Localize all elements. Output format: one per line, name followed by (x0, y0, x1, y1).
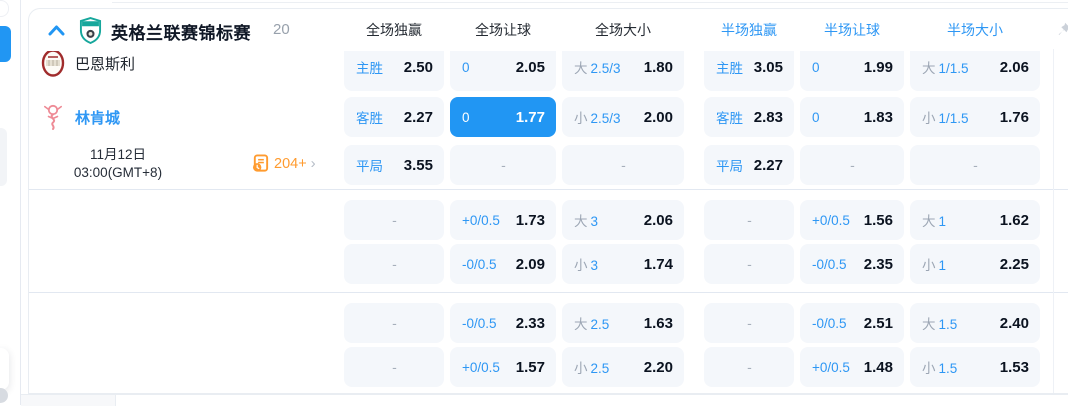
odds-cell[interactable]: 小 3 1.74 (562, 244, 684, 284)
cutoff-widget-circle (0, 388, 8, 403)
match-date: 11月12日 (89, 147, 147, 162)
odds-cell[interactable]: 大 1 1.62 (910, 200, 1040, 240)
league-title: 英格兰联赛锦标赛 (111, 24, 251, 43)
cutoff-widget-pill (0, 0, 9, 17)
odds-cell-empty: - (704, 303, 794, 343)
odds-cell[interactable]: 小 1/1.5 1.76 (910, 97, 1040, 137)
match-info-column: 巴恩斯利 林肯城 11月12日 03:00(GMT+8) 204+ › (29, 51, 341, 237)
odds-row: 平局 3.55- - 平局 2.27- - (341, 141, 1068, 189)
odds-cell[interactable]: -0/0.5 2.09 (450, 244, 556, 284)
odds-cell[interactable]: 客胜 2.27 (344, 97, 444, 137)
column-gap (687, 9, 701, 51)
odds-cell-empty: - (562, 145, 684, 185)
collapse-button[interactable] (45, 21, 67, 39)
odds-cell[interactable]: 小 1 2.25 (910, 244, 1040, 284)
league-logo-icon (79, 17, 102, 44)
away-team-logo-icon (44, 104, 62, 130)
odds-cell[interactable]: 客胜 2.83 (704, 97, 794, 137)
odds-row: - +0/0.5 1.73 大 3 2.06- +0/0.5 1.56 大 1 1.62 (341, 198, 1068, 242)
top-divider (112, 2, 1068, 3)
column-gap (687, 345, 701, 389)
away-team-row: 林肯城 (29, 93, 341, 141)
column-header-4: 半场独赢 (721, 22, 777, 38)
match-kickoff: 03:00(GMT+8) (73, 165, 163, 180)
odds-cell[interactable]: 0 1.83 (800, 97, 904, 137)
league-panel: 英格兰联赛锦标赛 20 全场独赢 全场让球 全场大小 半场独赢 半场让球 半场大小 主胜 2… (28, 8, 1068, 394)
column-header-6: 半场大小 (947, 22, 1003, 38)
odds-cell-empty: - (910, 145, 1040, 185)
app: { "colors":{"accent_blue":"#2196f3","lab… (0, 0, 1068, 406)
column-header-5: 半场让球 (824, 22, 880, 38)
next-section-left-block (21, 395, 116, 406)
odds-row: 客胜 2.27 0 1.77 小 2.5/3 2.00 客胜 2.83 0 1.83 小 1/1.5 1.… (341, 93, 1068, 141)
column-gap (687, 198, 701, 242)
odds-cell-empty: - (704, 200, 794, 240)
odds-cell-empty: - (800, 145, 904, 185)
odds-cell[interactable]: +0/0.5 1.48 (800, 347, 904, 387)
odds-cell[interactable]: 大 1/1.5 2.06 (910, 51, 1040, 91)
home-team-logo-icon (41, 51, 65, 77)
column-header-3: 全场大小 (595, 22, 651, 38)
home-team-name: 巴恩斯利 (75, 55, 136, 73)
column-headers: 全场独赢 全场让球 全场大小 半场独赢 半场让球 半场大小 (341, 9, 1068, 51)
odds-cell[interactable]: 平局 3.55 (344, 145, 444, 185)
odds-cell-empty: - (344, 347, 444, 387)
odds-cell[interactable]: 0 1.99 (800, 51, 904, 91)
odds-cell[interactable]: 大 2.5/3 1.80 (562, 51, 684, 91)
odds-cell-empty: - (344, 244, 444, 284)
odds-cell-empty: - (344, 200, 444, 240)
league-header: 英格兰联赛锦标赛 20 全场独赢 全场让球 全场大小 半场独赢 半场让球 半场大小 (29, 9, 1068, 51)
match-meta-row: 11月12日 03:00(GMT+8) 204+ › (29, 141, 341, 189)
odds-cell[interactable]: 平局 2.27 (704, 145, 794, 185)
odds-group-3: - -0/0.5 2.33 大 2.5 1.63- -0/0.5 2.51 大 1.5 2.40- +… (29, 292, 1068, 393)
match-time: 11月12日 03:00(GMT+8) (43, 146, 193, 182)
league-match-count: 20 (273, 21, 290, 38)
odds-cell[interactable]: 大 2.5 1.63 (562, 303, 684, 343)
more-markets-link[interactable]: 204+ › (251, 154, 316, 173)
chevron-right-icon: › (310, 155, 316, 172)
odds-row: - +0/0.5 1.57 小 2.5 2.20- +0/0.5 1.48 小 1.5 1.53 (341, 345, 1068, 389)
cutoff-widget-card (0, 348, 9, 390)
chevron-up-icon (48, 25, 64, 35)
odds-cell[interactable]: 大 1.5 2.40 (910, 303, 1040, 343)
odds-cell[interactable]: 大 3 2.06 (562, 200, 684, 240)
odds-cell[interactable]: -0/0.5 2.51 (800, 303, 904, 343)
odds-cell-empty: - (344, 303, 444, 343)
odds-cell[interactable]: -0/0.5 2.33 (450, 303, 556, 343)
odds-row: - -0/0.5 2.09 小 3 1.74- -0/0.5 2.35 小 1 2.25 (341, 242, 1068, 286)
home-team-row: 巴恩斯利 (29, 51, 341, 93)
column-header-1: 全场独赢 (366, 22, 422, 38)
next-section-strip (21, 394, 1068, 406)
column-gap (687, 141, 701, 189)
column-gap (687, 93, 701, 141)
odds-row: 主胜 2.50 0 2.05 大 2.5/3 1.80 主胜 3.05 0 1.99 大 1/1.5 2.… (341, 51, 1068, 93)
odds-cell[interactable]: -0/0.5 2.35 (800, 244, 904, 284)
page-edge-line (20, 0, 21, 405)
odds-cell[interactable]: 主胜 3.05 (704, 51, 794, 91)
right-column-divider (1053, 49, 1054, 393)
odds-cell-empty: - (450, 145, 556, 185)
odds-cell[interactable]: +0/0.5 1.57 (450, 347, 556, 387)
pin-icon[interactable] (1057, 21, 1068, 39)
markets-count-icon (252, 154, 269, 172)
odds-cell[interactable]: +0/0.5 1.73 (450, 200, 556, 240)
odds-cell-empty: - (704, 347, 794, 387)
odds-cell[interactable]: 0 2.05 (450, 51, 556, 91)
column-header-2: 全场让球 (475, 22, 531, 38)
odds-cell[interactable]: 0 1.77 (450, 97, 556, 137)
odds-cell[interactable]: 主胜 2.50 (344, 51, 444, 91)
odds-cell[interactable]: +0/0.5 1.56 (800, 200, 904, 240)
column-gap (687, 242, 701, 286)
odds-cell[interactable]: 小 1.5 1.53 (910, 347, 1040, 387)
odds-cell[interactable]: 小 2.5 2.20 (562, 347, 684, 387)
odds-row: - -0/0.5 2.33 大 2.5 1.63- -0/0.5 2.51 大 1.5 2.40 (341, 301, 1068, 345)
odds-cell[interactable]: 小 2.5/3 2.00 (562, 97, 684, 137)
odds-cell-empty: - (704, 244, 794, 284)
away-team-name: 林肯城 (75, 109, 121, 127)
column-gap (687, 51, 701, 93)
markets-count: 204+ (274, 155, 307, 172)
cutoff-widget-ghost (0, 128, 7, 186)
cutoff-widget-blue-button[interactable] (0, 26, 11, 62)
column-gap (687, 301, 701, 345)
